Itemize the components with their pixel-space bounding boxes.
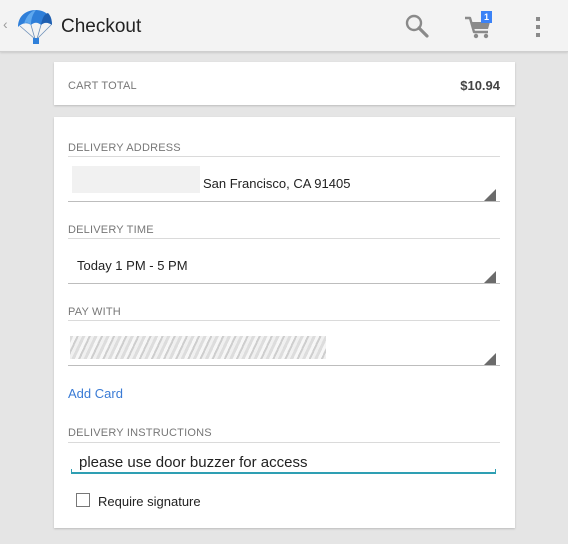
divider [68, 156, 500, 157]
action-bar: ‹ Checkout 1 [0, 0, 568, 52]
parachute-logo-icon[interactable] [14, 7, 54, 47]
spinner-underline [68, 201, 500, 202]
delivery-address-label: DELIVERY ADDRESS [68, 142, 181, 154]
spinner-underline [68, 283, 500, 284]
cart-total-label: CART TOTAL [68, 80, 137, 92]
cart-total-value: $10.94 [460, 78, 500, 93]
spinner-arrow-icon [484, 189, 496, 201]
add-card-link[interactable]: Add Card [68, 386, 123, 401]
redacted-address [72, 166, 200, 193]
spinner-arrow-icon [484, 353, 496, 365]
redacted-card-number [70, 336, 326, 359]
require-signature-label[interactable]: Require signature [98, 494, 201, 509]
delivery-address-value: San Francisco, CA 91405 [203, 176, 351, 191]
delivery-time-value: Today 1 PM - 5 PM [77, 258, 188, 273]
divider [68, 320, 500, 321]
spinner-underline [68, 365, 500, 366]
up-caret-icon[interactable]: ‹ [3, 17, 11, 31]
cart-total-card: CART TOTAL $10.94 [54, 62, 515, 105]
spinner-arrow-icon [484, 271, 496, 283]
divider [68, 442, 500, 443]
page-title: Checkout [61, 16, 142, 37]
overflow-menu-icon[interactable] [533, 16, 543, 38]
cart-count-badge: 1 [481, 11, 492, 23]
delivery-time-label: DELIVERY TIME [68, 224, 154, 236]
delivery-instructions-label: DELIVERY INSTRUCTIONS [68, 427, 212, 439]
search-icon[interactable] [404, 13, 430, 39]
checkout-form-card: DELIVERY ADDRESS San Francisco, CA 91405… [54, 117, 515, 528]
require-signature-checkbox[interactable] [76, 493, 90, 507]
pay-with-label: PAY WITH [68, 306, 121, 318]
divider [68, 238, 500, 239]
delivery-instructions-input[interactable] [71, 451, 496, 473]
input-focus-underline [71, 469, 496, 474]
